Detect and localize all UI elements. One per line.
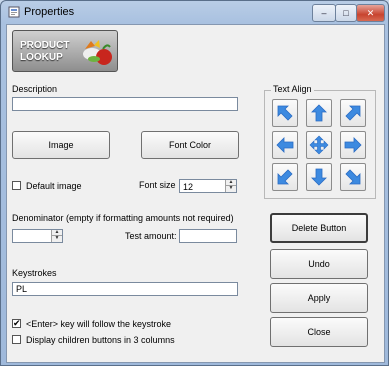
spin-down-icon[interactable]: ▼: [51, 235, 62, 242]
test-amount-label: Test amount:: [125, 231, 177, 241]
arrow-down-left-icon: [277, 169, 293, 185]
align-right-button[interactable]: [340, 131, 366, 159]
properties-form: PRODUCT LOOKUP Description Image Font Co…: [6, 24, 385, 363]
font-size-stepper[interactable]: 12 ▲ ▼: [179, 179, 237, 193]
description-label: Description: [12, 84, 58, 94]
image-button[interactable]: Image: [12, 131, 110, 159]
align-top-left-button[interactable]: [272, 99, 298, 127]
keystrokes-input[interactable]: PL: [12, 282, 238, 296]
three-columns-label: Display children buttons in 3 columns: [26, 335, 175, 345]
default-image-checkbox[interactable]: [12, 181, 21, 190]
product-lookup-button[interactable]: PRODUCT LOOKUP: [12, 30, 118, 72]
checkmark-icon: ✔: [13, 318, 21, 328]
three-columns-checkbox[interactable]: [12, 335, 21, 344]
close-window-button[interactable]: ✕: [356, 4, 385, 22]
window-title: Properties: [24, 6, 75, 18]
app-icon: [8, 6, 20, 18]
font-size-label: Font size: [139, 180, 176, 190]
text-align-label: Text Align: [271, 84, 314, 94]
produce-icon: [83, 40, 112, 65]
align-left-button[interactable]: [272, 131, 298, 159]
align-bottom-left-button[interactable]: [272, 163, 298, 191]
arrow-left-icon: [276, 137, 294, 153]
product-lookup-line1: PRODUCT: [20, 40, 70, 51]
description-input[interactable]: [12, 97, 238, 111]
arrow-down-right-icon: [345, 169, 361, 185]
undo-button[interactable]: Undo: [270, 249, 368, 279]
arrow-right-icon: [344, 137, 362, 153]
minimize-icon: –: [321, 8, 327, 18]
close-button[interactable]: Close: [270, 317, 368, 347]
arrow-up-left-icon: [277, 105, 293, 121]
minimize-button[interactable]: –: [312, 4, 336, 22]
apply-button[interactable]: Apply: [270, 283, 368, 313]
test-amount-input[interactable]: [179, 229, 237, 243]
align-bottom-right-button[interactable]: [340, 163, 366, 191]
font-color-button[interactable]: Font Color: [141, 131, 239, 159]
product-lookup-line2: LOOKUP: [20, 52, 63, 63]
spin-down-icon[interactable]: ▼: [225, 185, 236, 192]
align-top-right-button[interactable]: [340, 99, 366, 127]
align-center-button[interactable]: [306, 131, 332, 159]
keystrokes-label: Keystrokes: [12, 268, 57, 278]
align-top-button[interactable]: [306, 99, 332, 127]
close-icon: ✕: [366, 7, 375, 18]
delete-button[interactable]: Delete Button: [270, 213, 368, 243]
enter-follow-checkbox[interactable]: ✔: [12, 319, 21, 328]
arrow-up-icon: [311, 104, 327, 122]
enter-follow-label: <Enter> key will follow the keystroke: [26, 319, 172, 329]
default-image-label: Default image: [26, 181, 82, 191]
arrow-down-icon: [311, 168, 327, 186]
maximize-button[interactable]: □: [335, 4, 357, 22]
properties-window: Properties – □ ✕ PRODUCT LOOKUP Descript…: [0, 0, 389, 366]
title-bar[interactable]: Properties – □ ✕: [1, 1, 388, 23]
move-center-icon: [309, 135, 329, 155]
denominator-label: Denominator (empty if formatting amounts…: [12, 213, 234, 223]
font-size-value: 12: [183, 182, 194, 192]
align-bottom-button[interactable]: [306, 163, 332, 191]
arrow-up-right-icon: [345, 105, 361, 121]
denominator-stepper[interactable]: ▲ ▼: [12, 229, 63, 243]
maximize-icon: □: [343, 8, 349, 18]
